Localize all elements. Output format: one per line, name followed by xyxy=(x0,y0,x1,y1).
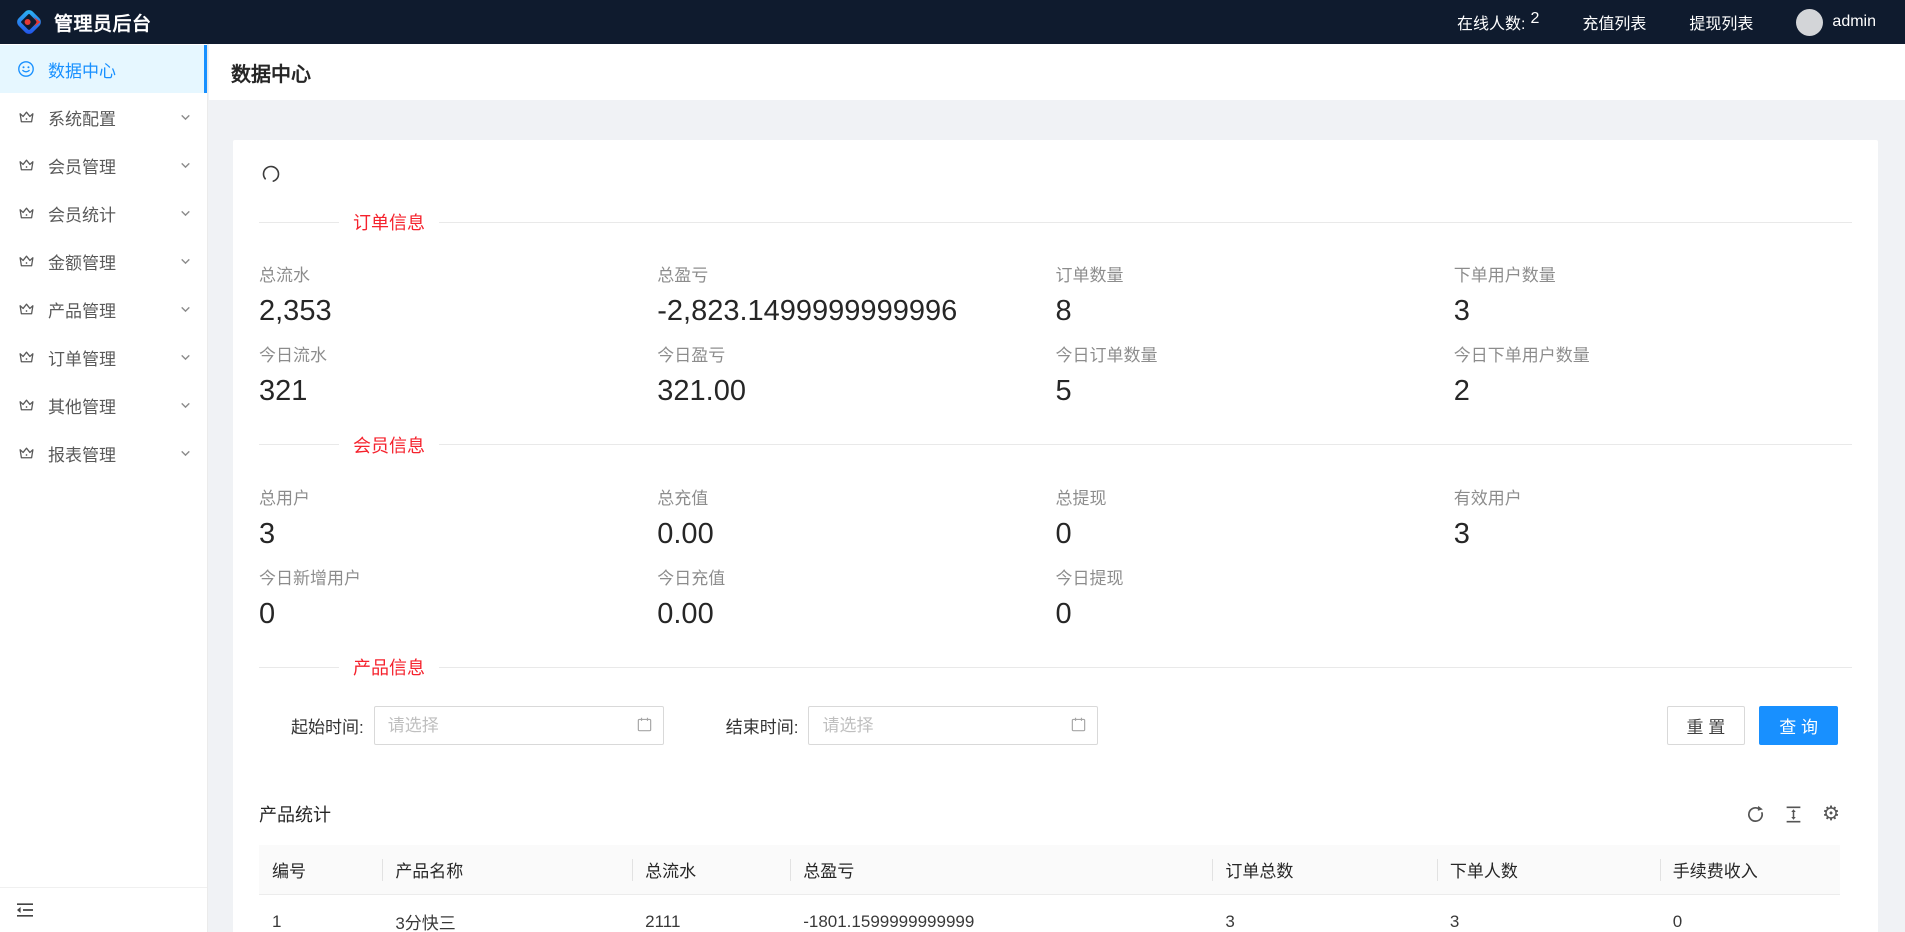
section-divider-product: 产品信息 xyxy=(259,654,1852,680)
sidebar-item-label: 数据中心 xyxy=(48,57,116,82)
start-time-input[interactable] xyxy=(374,706,664,745)
sidebar-item-label: 订单管理 xyxy=(48,345,116,370)
stat-total-profit: 总盈亏 -2,823.1499999999996 今日盈亏 321.00 xyxy=(657,261,1055,412)
start-time-label: 起始时间: xyxy=(291,713,364,738)
sidebar-item-label: 产品管理 xyxy=(48,297,116,322)
product-stats-table: 编号 产品名称 总流水 总盈亏 订单总数 下单人数 手续费收入 1 3分快三 xyxy=(259,845,1840,932)
sidebar-item-data-center[interactable]: 数据中心 xyxy=(0,45,207,93)
top-bar: 管理员后台 在线人数: 2 充值列表 提现列表 admin xyxy=(0,0,1905,44)
reload-icon[interactable] xyxy=(1746,805,1765,824)
sidebar-item-label: 会员统计 xyxy=(48,201,116,226)
app-logo-icon xyxy=(14,7,44,37)
sidebar-item-order-management[interactable]: 订单管理 xyxy=(0,333,207,381)
smiley-icon xyxy=(17,60,35,78)
column-height-icon[interactable] xyxy=(1784,805,1803,824)
sidebar-item-label: 会员管理 xyxy=(48,153,116,178)
logo-area: 管理员后台 xyxy=(14,7,152,37)
crown-icon xyxy=(17,444,35,462)
recharge-list-link[interactable]: 充值列表 xyxy=(1582,10,1646,34)
sidebar-item-label: 金额管理 xyxy=(48,249,116,274)
stat-valid-users: 有效用户 3 xyxy=(1454,484,1852,635)
sidebar-item-label: 其他管理 xyxy=(48,393,116,418)
section-divider-order: 订单信息 xyxy=(259,209,1852,235)
stat-total-recharge: 总充值 0.00 今日充值 0.00 xyxy=(657,484,1055,635)
online-count: 在线人数: 2 xyxy=(1457,10,1539,34)
end-time-picker[interactable] xyxy=(808,706,1098,745)
chevron-down-icon xyxy=(179,159,192,172)
dashboard-card: 订单信息 总流水 2,353 今日流水 321 总盈亏 -2,823.14999… xyxy=(233,140,1878,932)
app-title: 管理员后台 xyxy=(54,9,152,36)
loading-spinner-icon xyxy=(261,164,1852,189)
col-header: 编号 xyxy=(259,845,382,895)
chevron-down-icon xyxy=(179,207,192,220)
sidebar-item-label: 报表管理 xyxy=(48,441,116,466)
avatar[interactable] xyxy=(1796,9,1823,36)
sidebar-menu: 数据中心 系统配置 会员管理 会员统计 xyxy=(0,44,207,887)
table-row: 1 3分快三 2111 -1801.1599999999999 3 3 0 xyxy=(259,895,1840,932)
section-divider-member: 会员信息 xyxy=(259,432,1852,458)
sidebar-item-report-management[interactable]: 报表管理 xyxy=(0,429,207,477)
sidebar-item-system-config[interactable]: 系统配置 xyxy=(0,93,207,141)
page-title: 数据中心 xyxy=(231,58,311,87)
product-stats-table-block: 产品统计 xyxy=(259,801,1852,932)
col-header: 订单总数 xyxy=(1212,845,1437,895)
col-header: 总盈亏 xyxy=(790,845,1212,895)
query-button[interactable]: 查 询 xyxy=(1759,706,1838,745)
table-header-row: 编号 产品名称 总流水 总盈亏 订单总数 下单人数 手续费收入 xyxy=(259,845,1840,895)
member-stats-grid: 总用户 3 今日新增用户 0 总充值 0.00 今日充值 0.00 总提现 0 … xyxy=(259,484,1852,635)
sidebar-item-member-stats[interactable]: 会员统计 xyxy=(0,189,207,237)
col-header: 产品名称 xyxy=(382,845,632,895)
col-header: 手续费收入 xyxy=(1660,845,1840,895)
sidebar-collapse-trigger[interactable] xyxy=(0,887,207,932)
end-time-input[interactable] xyxy=(808,706,1098,745)
start-time-picker[interactable] xyxy=(374,706,664,745)
chevron-down-icon xyxy=(179,303,192,316)
sidebar-item-other-management[interactable]: 其他管理 xyxy=(0,381,207,429)
stat-order-users: 下单用户数量 3 今日下单用户数量 2 xyxy=(1454,261,1852,412)
page-header: 数据中心 xyxy=(209,44,1905,100)
order-stats-grid: 总流水 2,353 今日流水 321 总盈亏 -2,823.1499999999… xyxy=(259,261,1852,412)
stat-total-flow: 总流水 2,353 今日流水 321 xyxy=(259,261,657,412)
crown-icon xyxy=(17,300,35,318)
main-area: 数据中心 订单信息 总流水 2,353 今日流水 321 xyxy=(209,44,1905,932)
sidebar-item-amount-management[interactable]: 金额管理 xyxy=(0,237,207,285)
crown-icon xyxy=(17,108,35,126)
reset-button[interactable]: 重 置 xyxy=(1667,706,1746,745)
chevron-down-icon xyxy=(179,351,192,364)
col-header: 下单人数 xyxy=(1437,845,1660,895)
crown-icon xyxy=(17,252,35,270)
filter-row: 起始时间: 结束时间: xyxy=(291,706,1852,745)
gear-icon[interactable]: ⚙ xyxy=(1822,804,1840,824)
section-title: 产品信息 xyxy=(339,654,439,680)
sidebar-item-product-management[interactable]: 产品管理 xyxy=(0,285,207,333)
sidebar-item-member-management[interactable]: 会员管理 xyxy=(0,141,207,189)
content-area: 订单信息 总流水 2,353 今日流水 321 总盈亏 -2,823.14999… xyxy=(209,100,1905,932)
col-header: 总流水 xyxy=(632,845,790,895)
username: admin xyxy=(1832,13,1876,31)
table-title: 产品统计 xyxy=(259,801,331,827)
end-time-label: 结束时间: xyxy=(726,713,799,738)
sidebar: 数据中心 系统配置 会员管理 会员统计 xyxy=(0,44,208,932)
crown-icon xyxy=(17,348,35,366)
stat-total-users: 总用户 3 今日新增用户 0 xyxy=(259,484,657,635)
chevron-down-icon xyxy=(179,399,192,412)
withdraw-list-link[interactable]: 提现列表 xyxy=(1689,10,1753,34)
section-title: 会员信息 xyxy=(339,432,439,458)
section-title: 订单信息 xyxy=(339,209,439,235)
chevron-down-icon xyxy=(179,447,192,460)
chevron-down-icon xyxy=(179,111,192,124)
menu-fold-icon xyxy=(15,901,35,919)
crown-icon xyxy=(17,156,35,174)
stat-total-withdraw: 总提现 0 今日提现 0 xyxy=(1056,484,1454,635)
user-menu[interactable]: admin xyxy=(1796,9,1876,36)
sidebar-item-label: 系统配置 xyxy=(48,105,116,130)
stat-order-count: 订单数量 8 今日订单数量 5 xyxy=(1056,261,1454,412)
chevron-down-icon xyxy=(179,255,192,268)
crown-icon xyxy=(17,204,35,222)
crown-icon xyxy=(17,396,35,414)
